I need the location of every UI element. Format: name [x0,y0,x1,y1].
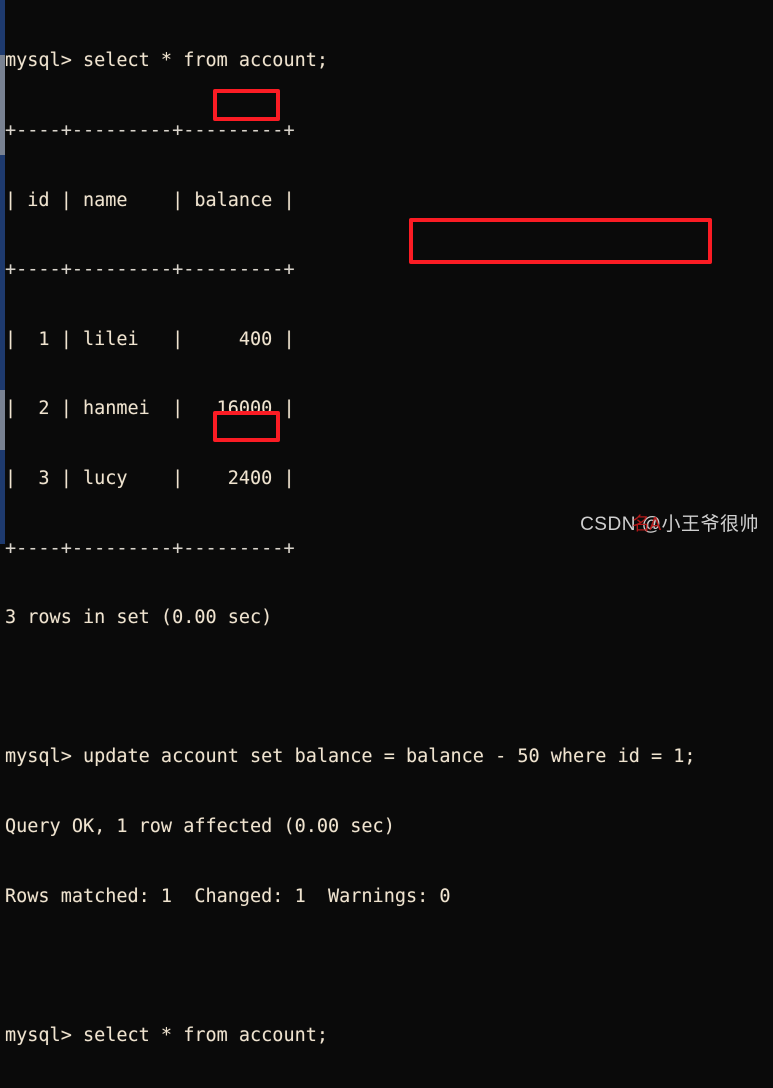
terminal-line-9 [5,676,773,699]
terminal-output[interactable]: mysql> select * from account; +----+----… [0,0,773,1045]
terminal-line-10: mysql> update account set balance = bala… [5,746,696,768]
terminal-line-4: | 1 | lilei | 400 | [5,328,295,350]
terminal-line-14: mysql> select * from account; [5,1024,329,1046]
scrollbar-thumb-upper[interactable] [0,55,5,155]
terminal-line-8: 3 rows in set (0.00 sec) [5,607,273,629]
watermark-author: 小王爷很帅 [661,514,759,535]
window-edge-scrollbar[interactable] [0,0,5,544]
terminal-line-2: | id | name | balance | [5,189,295,211]
terminal-line-3: +----+---------+---------+ [5,259,295,281]
terminal-line-12: Rows matched: 1 Changed: 1 Warnings: 0 [5,885,451,907]
terminal-line-0: mysql> select * from account; [5,50,329,72]
terminal-line-11: Query OK, 1 row affected (0.00 sec) [5,815,395,837]
terminal-line-5: | 2 | hanmei | 16000 | [5,398,295,420]
terminal-line-6: | 3 | lucy | 2400 | [5,467,295,489]
terminal-line-13 [5,954,773,977]
scrollbar-thumb-lower[interactable] [0,390,5,450]
terminal-line-1: +----+---------+---------+ [5,120,295,141]
watermark-overlay: 名A [632,514,661,534]
terminal-line-7: +----+---------+---------+ [5,537,295,559]
csdn-watermark: CSDN @小王爷很帅 名A [580,509,759,536]
